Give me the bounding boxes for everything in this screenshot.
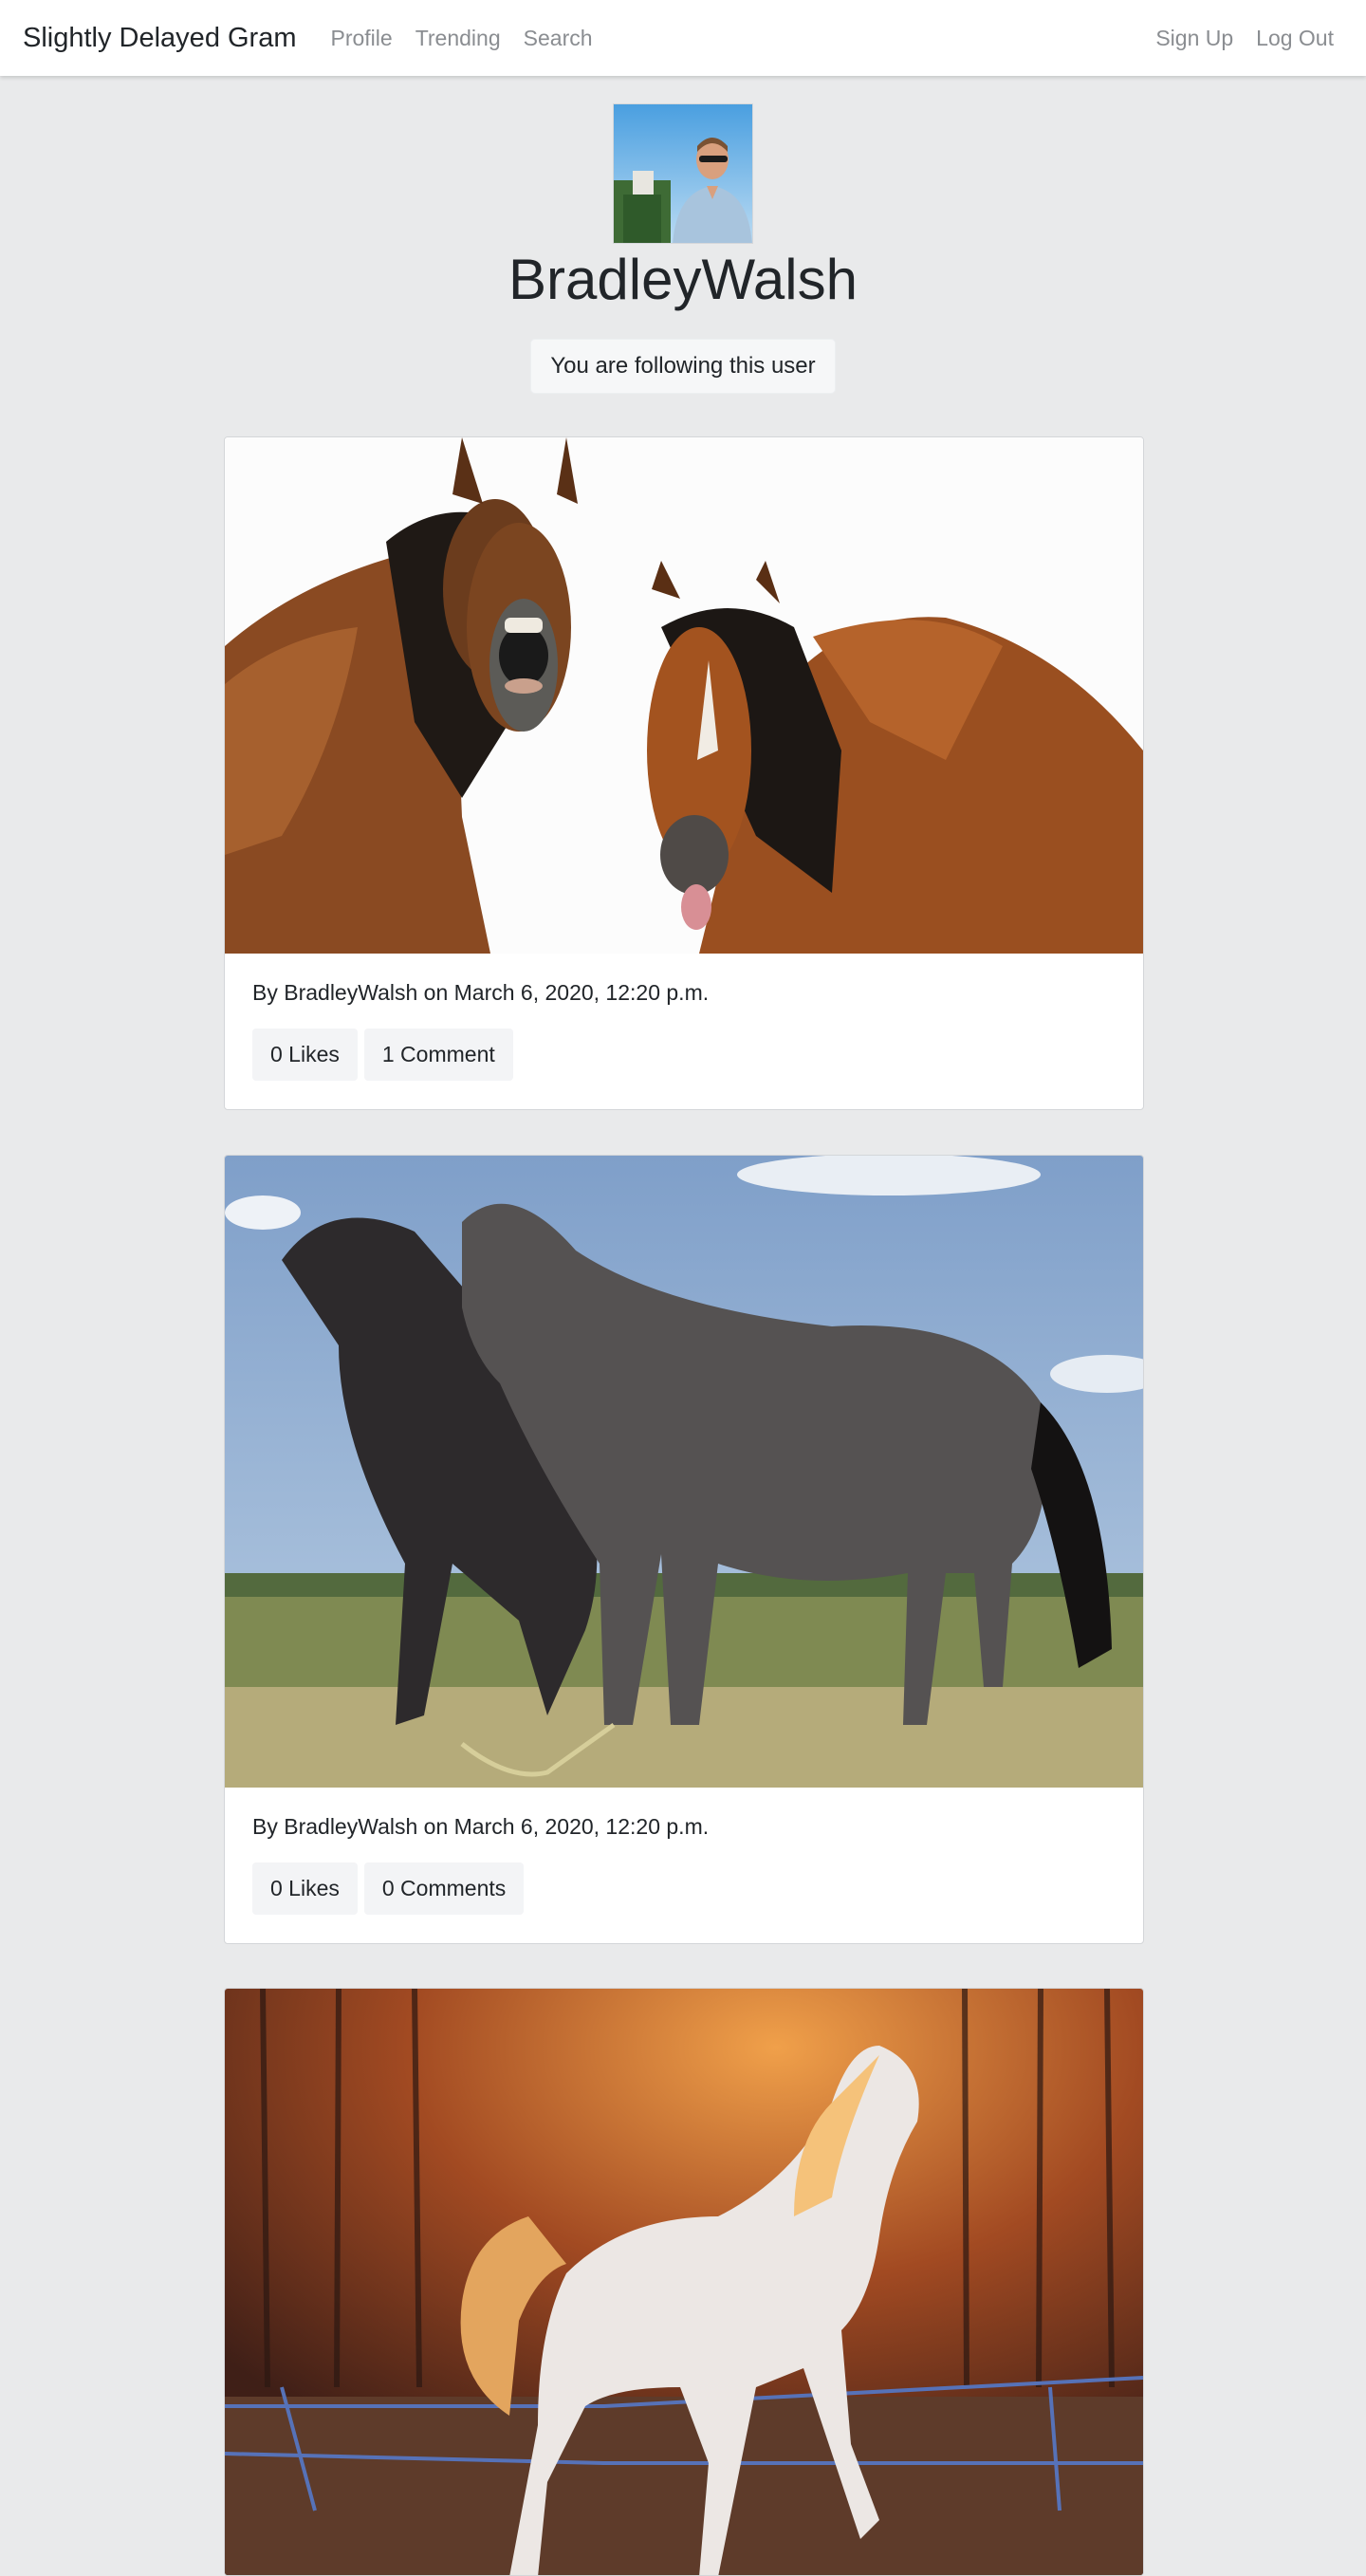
nav-link-trending[interactable]: Trending	[415, 26, 501, 51]
profile-header: BradleyWalsh You are following this user	[0, 103, 1366, 394]
brand-link[interactable]: Slightly Delayed Gram	[23, 23, 297, 54]
nav-link-profile[interactable]: Profile	[331, 26, 393, 51]
post-actions: 0 Likes 1 Comment	[252, 1029, 1116, 1081]
post-card	[224, 1988, 1144, 2576]
post-actions: 0 Likes 0 Comments	[252, 1863, 1116, 1915]
nav-links: Profile Trending Search	[331, 26, 593, 51]
user-avatar-photo-icon	[614, 104, 752, 243]
likes-button[interactable]: 0 Likes	[252, 1863, 358, 1915]
avatar	[613, 103, 753, 244]
nav-link-search[interactable]: Search	[524, 26, 593, 51]
post-body: By BradleyWalsh on March 6, 2020, 12:20 …	[225, 1788, 1143, 1915]
post-card: By BradleyWalsh on March 6, 2020, 12:20 …	[224, 1155, 1144, 1944]
two-bay-horses-laughing-photo-icon[interactable]	[225, 437, 1143, 954]
nav-link-sign-up[interactable]: Sign Up	[1155, 26, 1233, 51]
white-horse-galloping-sunset-photo-icon[interactable]	[225, 1989, 1143, 2576]
post-body: By BradleyWalsh on March 6, 2020, 12:20 …	[225, 954, 1143, 1081]
two-grey-horses-in-field-photo-icon[interactable]	[225, 1156, 1143, 1788]
comments-button[interactable]: 0 Comments	[363, 1863, 525, 1915]
post-byline: By BradleyWalsh on March 6, 2020, 12:20 …	[252, 980, 710, 1005]
nav-right: Sign Up Log Out	[1155, 26, 1343, 51]
post-card: By BradleyWalsh on March 6, 2020, 12:20 …	[224, 436, 1144, 1110]
navbar: Slightly Delayed Gram Profile Trending S…	[0, 0, 1366, 76]
following-status-button[interactable]: You are following this user	[530, 339, 836, 394]
profile-username: BradleyWalsh	[508, 248, 858, 311]
post-byline: By BradleyWalsh on March 6, 2020, 12:20 …	[252, 1814, 710, 1839]
nav-link-log-out[interactable]: Log Out	[1256, 26, 1334, 51]
likes-button[interactable]: 0 Likes	[252, 1029, 358, 1081]
comments-button[interactable]: 1 Comment	[363, 1029, 513, 1081]
